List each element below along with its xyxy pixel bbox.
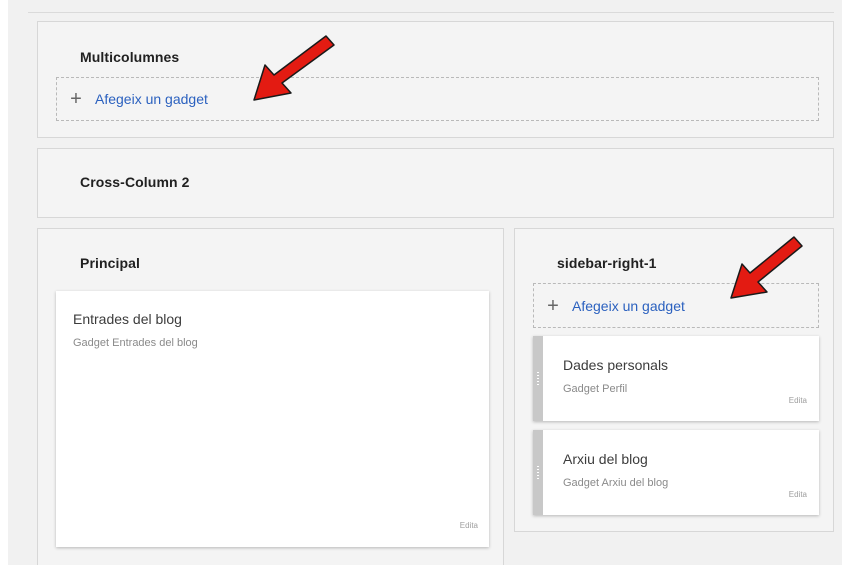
- edit-link[interactable]: Edita: [460, 521, 478, 530]
- gadget-card-blog-posts[interactable]: Entrades del blog Gadget Entrades del bl…: [56, 291, 489, 547]
- top-section-edge: [28, 0, 834, 13]
- edit-link[interactable]: Edita: [789, 490, 807, 499]
- add-gadget-label: Afegeix un gadget: [572, 297, 685, 314]
- drag-handle[interactable]: [533, 336, 543, 421]
- section-principal: Principal Entrades del blog Gadget Entra…: [37, 228, 504, 565]
- section-multicolumns: Multicolumnes + Afegeix un gadget: [37, 21, 834, 138]
- section-cross-column-2: Cross-Column 2: [37, 148, 834, 218]
- gadget-card-profile[interactable]: Dades personals Gadget Perfil Edita: [533, 336, 819, 421]
- gadget-card-blog-archive[interactable]: Arxiu del blog Gadget Arxiu del blog Edi…: [533, 430, 819, 515]
- annotation-arrow-icon: [730, 236, 803, 299]
- section-title: Multicolumnes: [80, 49, 180, 65]
- section-title: sidebar-right-1: [557, 255, 657, 271]
- edit-link[interactable]: Edita: [789, 396, 807, 405]
- section-title: Principal: [80, 255, 141, 271]
- plus-icon: +: [70, 88, 82, 110]
- gadget-title: Arxiu del blog: [563, 451, 648, 467]
- grip-icon: [537, 465, 539, 480]
- section-title: Cross-Column 2: [80, 174, 190, 190]
- gadget-subtitle: Gadget Entrades del blog: [73, 337, 198, 349]
- add-gadget-label: Afegeix un gadget: [95, 91, 208, 107]
- gadget-subtitle: Gadget Arxiu del blog: [563, 477, 669, 489]
- gadget-subtitle: Gadget Perfil: [563, 383, 628, 395]
- gadget-title: Entrades del blog: [73, 311, 182, 327]
- grip-icon: [537, 371, 539, 386]
- plus-icon: +: [547, 294, 559, 317]
- add-gadget-button[interactable]: + Afegeix un gadget: [56, 77, 819, 121]
- gadget-title: Dades personals: [563, 357, 669, 373]
- drag-handle[interactable]: [533, 430, 543, 515]
- annotation-arrow-icon: [253, 35, 335, 101]
